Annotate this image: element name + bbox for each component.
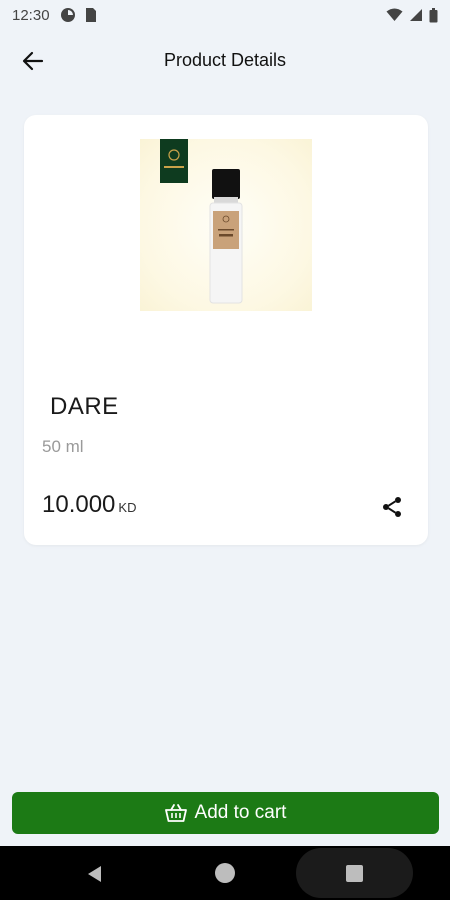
nav-recents-icon: [346, 865, 363, 882]
status-right-icons: [386, 7, 438, 23]
nav-home-icon[interactable]: [215, 863, 235, 883]
status-left-icons: [60, 7, 98, 23]
arrow-left-icon: [22, 51, 44, 71]
wifi-icon: [386, 8, 403, 21]
price-row: 10.000 KD: [42, 491, 136, 519]
nav-back-icon[interactable]: [84, 863, 106, 885]
share-icon: [383, 497, 401, 517]
page-title: Product Details: [163, 49, 287, 70]
status-time: 12:30: [12, 6, 50, 24]
basket-icon: [164, 804, 187, 822]
add-to-cart-button[interactable]: Add to cart: [12, 792, 439, 834]
product-card: DARE 50 ml 10.000 KD: [24, 115, 428, 545]
signal-icon: [410, 9, 422, 21]
data-saver-icon: [60, 8, 75, 22]
battery-icon: [429, 7, 438, 22]
product-image[interactable]: [140, 139, 312, 311]
app-header: Product Details: [0, 38, 450, 82]
status-bar: 12:30: [0, 0, 450, 30]
sim-card-icon: [85, 8, 96, 22]
product-size: 50 ml: [42, 437, 84, 456]
product-name: DARE: [50, 393, 119, 420]
perfume-bottle-illustration: [160, 139, 243, 304]
price-value: 10.000: [42, 491, 116, 518]
share-button[interactable]: [378, 493, 406, 521]
back-button[interactable]: [16, 44, 50, 78]
system-nav-bar: [0, 846, 450, 900]
price-currency: KD: [118, 500, 137, 515]
add-to-cart-label: Add to cart: [194, 802, 287, 823]
